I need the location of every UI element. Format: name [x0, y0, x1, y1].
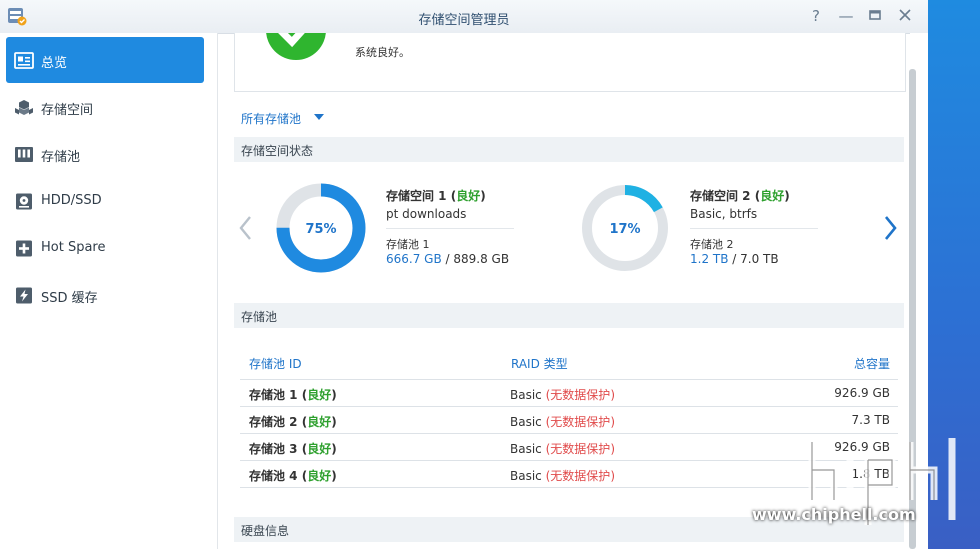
pool-id: 存储池 1 — [249, 388, 298, 402]
sidebar-item-hot-spare[interactable]: Hot Spare — [6, 225, 204, 271]
volume-pool: 存储池 2 — [690, 238, 734, 251]
column-header-raid-type[interactable]: RAID 类型 — [511, 355, 568, 372]
column-header-pool-id[interactable]: 存储池 ID — [249, 355, 302, 372]
overview-icon — [14, 52, 34, 69]
protection-text: 无数据保护 — [550, 469, 611, 483]
window-title: 存储空间管理员 — [418, 13, 510, 28]
pool-id-cell: 存储池 3 (良好) — [249, 442, 337, 456]
close-icon — [899, 9, 911, 21]
minimize-button[interactable]: — — [836, 6, 856, 26]
table-row[interactable]: 存储池 1 (良好) Basic (无数据保护) 926.9 GB — [240, 380, 898, 407]
usage-percent: 75% — [305, 222, 336, 237]
raid-type: Basic — [510, 442, 542, 456]
protection-warning: (无数据保护) — [545, 442, 615, 456]
volume-name: 存储空间 1 (良好) — [386, 189, 486, 203]
total-capacity: 889.8 GB — [453, 252, 510, 266]
sidebar-item-label: SSD 缓存 — [41, 291, 98, 306]
volume-name: 存储空间 2 (良好) — [690, 189, 790, 203]
volume-status: 良好 — [760, 189, 785, 203]
section-title: 存储池 — [241, 310, 278, 324]
sidebar-item-label: 存储池 — [41, 150, 81, 165]
raid-cell: Basic (无数据保护) — [510, 413, 615, 430]
protection-text: 无数据保护 — [550, 442, 611, 456]
sidebar-item-volume[interactable]: 存储空间 — [6, 84, 204, 130]
health-message: 系统良好。 — [355, 46, 410, 59]
raid-type: Basic — [510, 469, 542, 483]
capacity-cell: 926.9 GB — [834, 386, 890, 400]
disk-icon — [16, 193, 32, 210]
sidebar-item-storage-pool[interactable]: 存储池 — [6, 131, 204, 177]
raid-cell: Basic (无数据保护) — [510, 386, 615, 403]
chevron-right-icon[interactable] — [880, 213, 900, 243]
used-capacity: 1.2 TB — [690, 252, 729, 266]
volume-status: 良好 — [456, 189, 481, 203]
pool-id-cell: 存储池 4 (良好) — [249, 469, 337, 483]
pool-id: 存储池 3 — [249, 442, 298, 456]
volume-card-2[interactable]: 17% 存储空间 2 (良好) Basic, btrfs 存储池 2 1.2 T… — [580, 183, 870, 278]
raid-cell: Basic (无数据保护) — [510, 440, 615, 457]
section-title: 硬盘信息 — [241, 524, 290, 538]
sidebar-item-hdd-ssd[interactable]: HDD/SSD — [6, 178, 204, 224]
cubes-icon — [15, 100, 33, 115]
sidebar-item-label: HDD/SSD — [41, 193, 102, 208]
pool-id-cell: 存储池 1 (良好) — [249, 388, 337, 402]
column-header-capacity[interactable]: 总容量 — [854, 355, 890, 372]
titlebar: 存储空间管理员 ? — — [0, 0, 928, 34]
volume-capacity: 666.7 GB / 889.8 GB — [386, 252, 510, 266]
sidebar-item-ssd-cache[interactable]: SSD 缓存 — [6, 272, 204, 318]
usage-ring: 17% — [582, 185, 668, 271]
storage-pool-header: 存储池 — [234, 303, 904, 328]
chevron-left-icon[interactable] — [236, 213, 256, 243]
caret-down-icon — [314, 114, 324, 120]
protection-warning: (无数据保护) — [545, 388, 615, 402]
volume-status-header: 存储空间状态 — [234, 137, 904, 162]
sidebar-item-label: Hot Spare — [41, 240, 106, 255]
pool-id: 存储池 4 — [249, 469, 298, 483]
protection-warning: (无数据保护) — [545, 415, 615, 429]
plus-box-icon — [16, 240, 32, 257]
volume-description: Basic, btrfs — [690, 207, 758, 221]
protection-warning: (无数据保护) — [545, 469, 615, 483]
sidebar-item-label: 总览 — [41, 56, 68, 71]
maximize-button[interactable] — [865, 6, 885, 26]
health-check-icon — [266, 33, 326, 60]
system-health-card: 系统良好。 — [234, 33, 906, 92]
pool-id-cell: 存储池 2 (良好) — [249, 415, 337, 429]
sidebar-item-overview[interactable]: 总览 — [6, 37, 204, 83]
divider — [386, 228, 514, 229]
pool-status: 良好 — [307, 415, 332, 429]
raid-cell: Basic (无数据保护) — [510, 467, 615, 484]
flash-icon — [16, 287, 32, 304]
pool-status: 良好 — [307, 442, 332, 456]
volume-card-1[interactable]: 75% 存储空间 1 (良好) pt downloads 存储池 1 666.7… — [276, 183, 566, 278]
capacity-cell: 7.3 TB — [851, 413, 890, 427]
pool-icon — [15, 147, 33, 162]
close-button[interactable] — [895, 6, 915, 26]
sidebar-item-label: 存储空间 — [41, 103, 94, 118]
section-title: 存储空间状态 — [241, 144, 314, 158]
watermark-text: www.chiphell.com — [752, 505, 916, 524]
volume-name-text: 存储空间 1 — [386, 189, 447, 203]
pool-status: 良好 — [307, 388, 332, 402]
volume-description: pt downloads — [386, 207, 467, 221]
used-capacity: 666.7 GB — [386, 252, 442, 266]
usage-ring: 75% — [276, 183, 366, 273]
pool-filter-label: 所有存储池 — [241, 112, 302, 126]
pool-status: 良好 — [307, 469, 332, 483]
usage-percent: 17% — [609, 222, 640, 237]
help-button[interactable]: ? — [806, 6, 826, 26]
raid-type: Basic — [510, 388, 542, 402]
volume-capacity: 1.2 TB / 7.0 TB — [690, 252, 779, 266]
protection-text: 无数据保护 — [550, 415, 611, 429]
pool-filter-dropdown[interactable]: 所有存储池 — [241, 110, 324, 127]
pool-id: 存储池 2 — [249, 415, 298, 429]
divider — [690, 228, 818, 229]
raid-type: Basic — [510, 415, 542, 429]
sidebar: 总览 存储空间 存储池 HDD/SSD Hot Spare SSD 缓存 — [0, 33, 218, 549]
volume-name-text: 存储空间 2 — [690, 189, 751, 203]
maximize-icon — [869, 10, 881, 20]
volume-pool: 存储池 1 — [386, 238, 430, 251]
total-capacity: 7.0 TB — [740, 252, 779, 266]
protection-text: 无数据保护 — [550, 388, 611, 402]
